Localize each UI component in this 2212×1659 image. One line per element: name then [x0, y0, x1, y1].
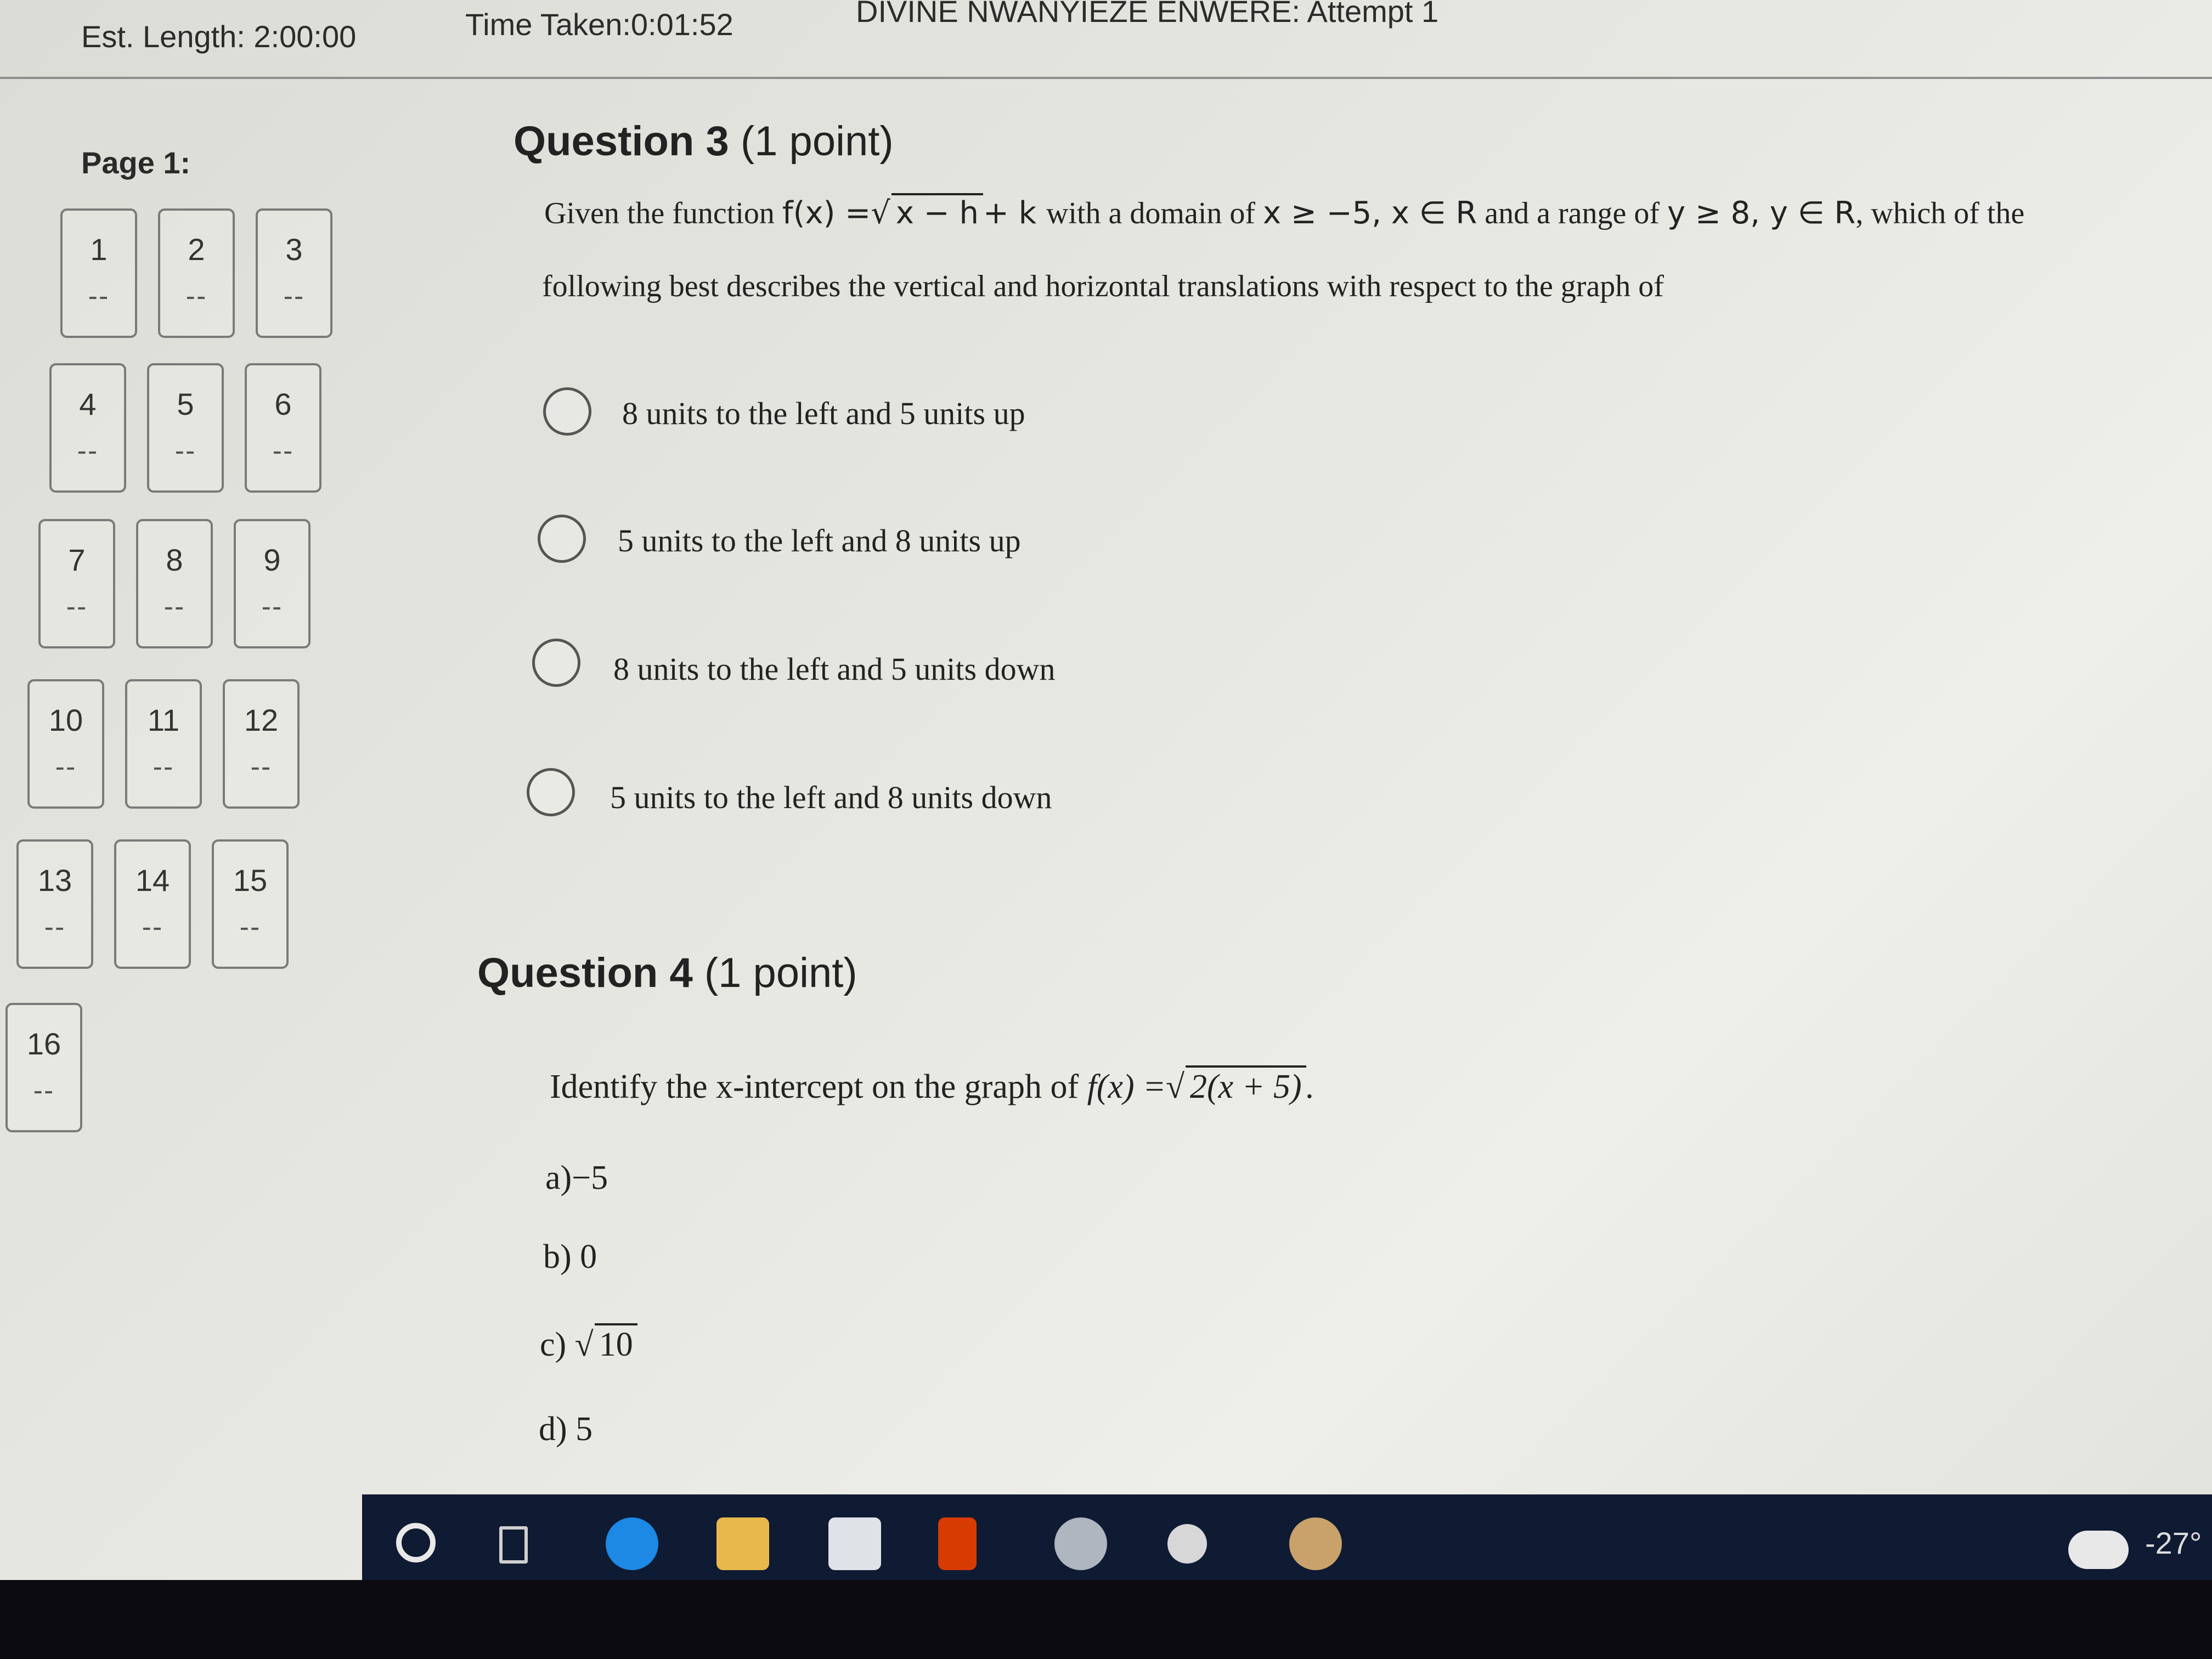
question-nav-status: --	[33, 1075, 55, 1107]
weather-cloud-icon	[2068, 1531, 2129, 1569]
q3-intro: Given the function	[544, 196, 775, 230]
question-nav-button-12[interactable]: 12 --	[223, 679, 300, 809]
file-explorer-icon[interactable]	[716, 1517, 769, 1570]
q4-choice-c[interactable]: c) √ 10	[540, 1323, 637, 1364]
office-icon[interactable]	[938, 1517, 977, 1570]
q3-option-3-radio[interactable]	[532, 639, 580, 687]
question-3-points: (1 point)	[740, 118, 894, 165]
question-nav-number: 14	[135, 863, 170, 898]
q4-function: f(x) =√ 2(x + 5).	[1087, 1065, 1314, 1105]
question-nav-button-8[interactable]: 8 --	[136, 519, 213, 648]
question-nav-number: 5	[177, 387, 194, 421]
question-nav-number: 3	[285, 232, 303, 267]
question-nav-button-6[interactable]: 6 --	[245, 363, 321, 493]
q4-choice-a[interactable]: a)−5	[545, 1159, 608, 1198]
chrome-icon[interactable]	[1289, 1517, 1342, 1570]
question-nav-status: --	[250, 751, 272, 783]
question-3-text-line1: Given the function f(x) =√ x − h + k with …	[544, 193, 2024, 231]
question-nav-status: --	[142, 911, 163, 943]
question-3-title: Question 3 (1 point)	[514, 117, 894, 165]
store-icon[interactable]	[828, 1517, 881, 1570]
question-nav-status: --	[88, 280, 110, 312]
q4-choice-d[interactable]: d) 5	[539, 1410, 592, 1449]
question-nav-button-13[interactable]: 13 --	[16, 839, 93, 969]
question-nav-number: 12	[244, 703, 279, 737]
screen-bezel	[0, 1580, 2212, 1659]
time-taken: Time Taken:0:01:52	[465, 7, 733, 42]
question-nav-button-11[interactable]: 11 --	[125, 679, 202, 809]
q3-option-4-label[interactable]: 5 units to the left and 8 units down	[610, 779, 1052, 816]
question-4-points: (1 point)	[704, 950, 857, 996]
question-nav-button-4[interactable]: 4 --	[49, 363, 126, 493]
question-nav-button-10[interactable]: 10 --	[27, 679, 104, 809]
question-nav-number: 8	[166, 543, 183, 577]
question-4-title: Question 4 (1 point)	[477, 949, 857, 997]
question-nav-button-2[interactable]: 2 --	[158, 208, 235, 338]
settings-icon[interactable]	[1167, 1524, 1207, 1564]
question-nav-number: 6	[274, 387, 292, 421]
question-nav-button-16[interactable]: 16 --	[5, 1003, 82, 1132]
task-view-icon[interactable]	[499, 1526, 528, 1564]
question-nav-status: --	[77, 435, 99, 467]
question-nav-status: --	[66, 591, 88, 623]
exam-header: Est. Length: 2:00:00 Time Taken:0:01:52 …	[0, 0, 2212, 79]
question-nav-status: --	[239, 911, 261, 943]
question-nav-number: 11	[147, 703, 180, 737]
q3-option-3-label[interactable]: 8 units to the left and 5 units down	[613, 651, 1056, 687]
page-label: Page 1:	[81, 145, 191, 180]
edge-icon[interactable]	[606, 1517, 658, 1570]
question-nav-number: 15	[233, 863, 268, 898]
question-nav-status: --	[261, 591, 283, 623]
question-nav-status: --	[55, 751, 77, 783]
windows-taskbar	[362, 1494, 2212, 1588]
question-nav-status: --	[283, 280, 305, 312]
q3-option-2-radio[interactable]	[538, 515, 586, 563]
question-nav-button-3[interactable]: 3 --	[256, 208, 332, 338]
question-nav-button-15[interactable]: 15 --	[212, 839, 289, 969]
q3-option-2-label[interactable]: 5 units to the left and 8 units up	[618, 522, 1021, 559]
question-nav-button-9[interactable]: 9 --	[234, 519, 311, 648]
question-nav-status: --	[174, 435, 196, 467]
question-nav-button-5[interactable]: 5 --	[147, 363, 224, 493]
attempt-title: DIVINE NWANYIEZE ENWERE: Attempt 1	[856, 0, 1439, 29]
q3-option-1-radio[interactable]	[543, 387, 591, 436]
chrome-profile-icon[interactable]	[1054, 1517, 1107, 1570]
question-4-text: Identify the x-intercept on the graph of…	[550, 1065, 1314, 1107]
q3-range: y ≥ 8, y ∈ R	[1667, 195, 1856, 231]
question-nav-number: 4	[79, 387, 97, 421]
q3-function: f(x) =√ x − h + k	[782, 193, 1046, 231]
est-length: Est. Length: 2:00:00	[81, 19, 357, 54]
question-nav-number: 10	[48, 703, 83, 737]
q4-choice-b[interactable]: b) 0	[543, 1238, 597, 1277]
question-nav-button-14[interactable]: 14 --	[114, 839, 191, 969]
question-nav-button-7[interactable]: 7 --	[38, 519, 115, 648]
temperature: -27°	[2145, 1526, 2202, 1560]
q3-domain: x ≥ −5, x ∈ R	[1263, 195, 1477, 231]
search-circle-icon[interactable]	[396, 1523, 436, 1562]
question-4-label: Question 4	[477, 950, 693, 996]
question-nav-number: 7	[68, 543, 86, 577]
question-nav-status: --	[153, 751, 174, 783]
q3-option-4-radio[interactable]	[527, 768, 575, 816]
question-nav-status: --	[185, 280, 207, 312]
question-nav-status: --	[44, 911, 66, 943]
question-nav-number: 13	[37, 863, 72, 898]
question-3-label: Question 3	[514, 118, 729, 165]
question-3-text-line2: following best describes the vertical an…	[542, 269, 1664, 303]
question-nav-button-1[interactable]: 1 --	[60, 208, 137, 338]
q3-option-1-label[interactable]: 8 units to the left and 5 units up	[622, 395, 1025, 432]
question-nav-status: --	[163, 591, 185, 623]
question-nav-number: 16	[26, 1026, 61, 1061]
question-nav-status: --	[272, 435, 294, 467]
question-nav-number: 2	[188, 232, 205, 267]
question-nav-number: 9	[263, 543, 281, 577]
question-nav-number: 1	[90, 232, 108, 267]
